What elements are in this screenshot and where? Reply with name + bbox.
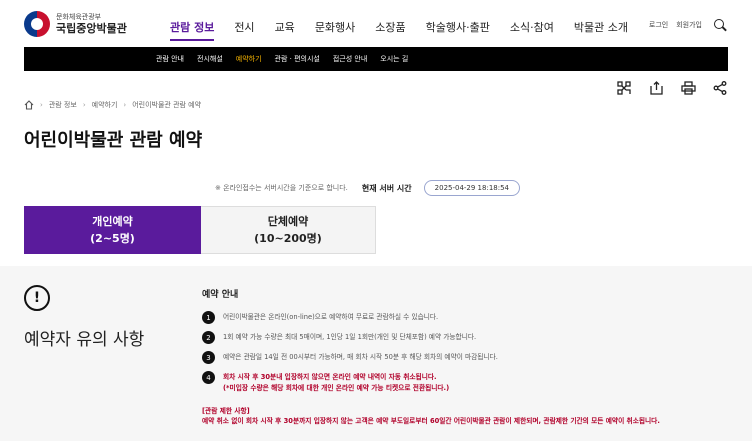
- rule-text-line: 회차 시작 후 30분내 입장하지 않으면 온라인 예약 내역이 자동 취소됩니…: [223, 373, 437, 381]
- signup-link[interactable]: 회원가입: [676, 20, 702, 30]
- logo-sub: 문화체육관광부: [56, 13, 102, 21]
- notice-subtitle: 예약 안내: [202, 290, 239, 300]
- gnb-item-education[interactable]: 교육: [275, 19, 295, 35]
- subnav-item-guide[interactable]: 관람 안내: [156, 54, 184, 64]
- main-nav: 관람 정보 전시 교육 문화행사 소장품 학술행사·출판 소식·참여 박물관 소…: [170, 19, 648, 41]
- sub-nav: 관람 안내 전시해설 예약하기 관람 · 편의시설 접근성 안내 오시는 길: [24, 47, 728, 71]
- site-header: 문화체육관광부 국립중앙박물관 관람 정보 전시 교육 문화행사 소장품 학술행…: [0, 0, 752, 47]
- server-time-label: 현재 서버 시간: [361, 183, 412, 193]
- site-logo[interactable]: 문화체육관광부 국립중앙박물관: [24, 10, 139, 38]
- subnav-item-accessibility[interactable]: 접근성 안내: [333, 54, 367, 64]
- gnb-item-exhibition[interactable]: 전시: [234, 19, 254, 35]
- rule-number: 2: [202, 331, 215, 344]
- breadcrumb-separator: ›: [40, 101, 43, 109]
- rule-text: 1회 예약 가능 수량은 최대 5매이며, 1인당 1일 1회만(개인 및 단체…: [223, 333, 477, 341]
- tab-group-range: (10~200명): [254, 232, 322, 245]
- taegeuk-logo-icon: [24, 11, 50, 37]
- breadcrumb-separator: ›: [82, 101, 86, 109]
- restriction-notice: [관람 제한 사항] 예약 취소 없이 회차 시작 후 30분까지 입장하지 않…: [202, 406, 732, 427]
- breadcrumb: › 관람 정보 › 예약하기 › 어린이박물관 관람 예약: [24, 100, 201, 110]
- rule-item: 1 어린이박물관은 온라인(on-line)으로 예약하여 무료로 관람하실 수…: [202, 311, 732, 324]
- server-time-row: ※ 온라인접수는 서버시간을 기준으로 합니다. 현재 서버 시간 2025-0…: [215, 180, 521, 196]
- rule-text-warning: 회차 시작 후 30분내 입장하지 않으면 온라인 예약 내역이 자동 취소됩니…: [223, 372, 449, 393]
- gnb-item-academic[interactable]: 학술행사·출판: [426, 19, 490, 35]
- subnav-item-directions[interactable]: 오시는 길: [380, 54, 408, 64]
- alert-icon: !: [24, 285, 50, 311]
- rule-item: 3 예약은 관람일 14일 전 00시부터 가능하며, 매 회차 시작 50분 …: [202, 351, 732, 364]
- restriction-text: 예약 취소 없이 회차 시작 후 30분까지 입장하지 않는 고객은 예약 부도…: [202, 417, 660, 426]
- rule-text-line: (*미입장 수량은 해당 회차에 대한 개인 온라인 예약 가능 티켓으로 전환…: [223, 383, 450, 392]
- page-title: 어린이박물관 관람 예약: [24, 130, 203, 151]
- tab-group-title: 단체예약: [267, 214, 309, 228]
- home-icon[interactable]: [24, 100, 34, 110]
- tab-individual-range: (2~5명): [90, 232, 135, 245]
- search-icon[interactable]: [714, 19, 726, 31]
- server-time-note: ※ 온라인접수는 서버시간을 기준으로 합니다.: [215, 184, 348, 192]
- rule-text: 어린이박물관은 온라인(on-line)으로 예약하여 무료로 관람하실 수 있…: [223, 313, 439, 321]
- rule-number: 4: [202, 371, 215, 384]
- tab-individual-title: 개인예약: [92, 214, 133, 228]
- utility-menu: 로그인 회원가입: [649, 19, 726, 31]
- share-icon[interactable]: [712, 80, 728, 96]
- rules-list: 1 어린이박물관은 온라인(on-line)으로 예약하여 무료로 관람하실 수…: [202, 311, 732, 401]
- rule-item: 4 회차 시작 후 30분내 입장하지 않으면 온라인 예약 내역이 자동 취소…: [202, 371, 732, 393]
- rule-item: 2 1회 예약 가능 수량은 최대 5매이며, 1인당 1일 1회만(개인 및 …: [202, 331, 732, 344]
- logo-text: 문화체육관광부 국립중앙박물관: [56, 13, 127, 35]
- breadcrumb-item-reservation[interactable]: 예약하기: [92, 100, 118, 110]
- notice-heading: 예약자 유의 사항: [24, 330, 145, 350]
- subnav-item-facilities[interactable]: 관람 · 편의시설: [275, 54, 320, 64]
- gnb-item-visit-info[interactable]: 관람 정보: [170, 19, 215, 41]
- page-tools: [616, 80, 728, 96]
- gnb-item-about[interactable]: 박물관 소개: [574, 19, 628, 35]
- subnav-item-commentary[interactable]: 전시해설: [197, 54, 223, 64]
- rule-text: 예약은 관람일 14일 전 00시부터 가능하며, 매 회차 시작 50분 후 …: [223, 353, 498, 361]
- gnb-item-collection[interactable]: 소장품: [375, 19, 405, 35]
- print-icon[interactable]: [680, 80, 696, 96]
- qr-icon[interactable]: [616, 80, 632, 96]
- rule-number: 1: [202, 311, 215, 324]
- tab-group-reservation[interactable]: 단체예약 (10~200명): [201, 206, 376, 254]
- login-link[interactable]: 로그인: [649, 20, 668, 30]
- restriction-title: [관람 제한 사항]: [202, 407, 250, 415]
- subnav-item-reservation[interactable]: 예약하기: [236, 54, 262, 64]
- rule-number: 3: [202, 351, 215, 364]
- gnb-item-news[interactable]: 소식·참여: [510, 19, 554, 35]
- breadcrumb-separator: ›: [123, 101, 127, 109]
- breadcrumb-item-visit-info[interactable]: 관람 정보: [49, 100, 77, 110]
- breadcrumb-item-current: 어린이박물관 관람 예약: [132, 101, 202, 109]
- share-box-icon[interactable]: [648, 80, 664, 96]
- tab-individual-reservation[interactable]: 개인예약 (2~5명): [24, 206, 201, 254]
- logo-main: 국립중앙박물관: [56, 22, 127, 35]
- server-time-value: 2025-04-29 18:18:54: [423, 180, 521, 196]
- gnb-item-events[interactable]: 문화행사: [315, 19, 355, 35]
